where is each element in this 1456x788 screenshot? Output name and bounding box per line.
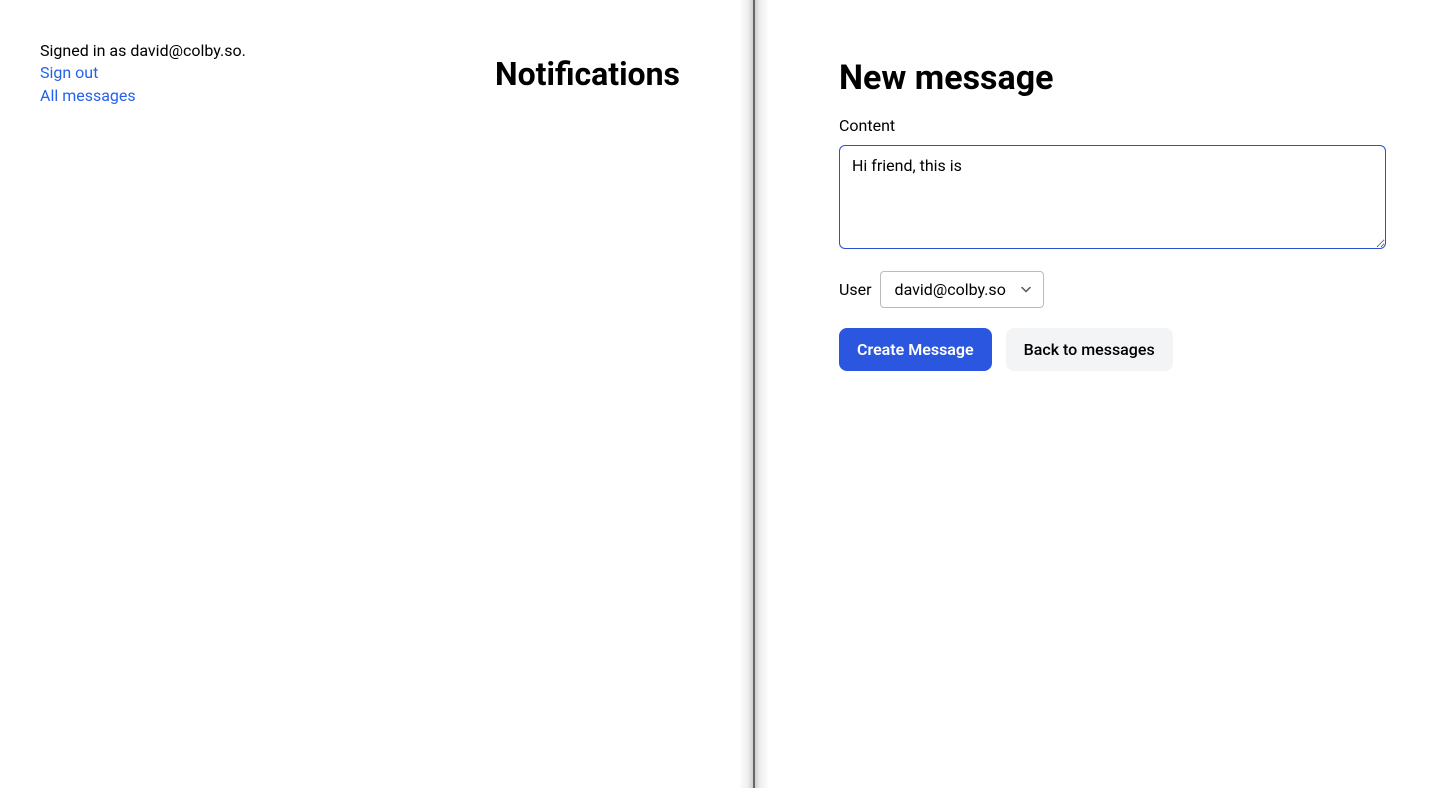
- pane-divider: [739, 0, 769, 788]
- new-message-heading: New message: [839, 58, 1386, 98]
- left-pane: Signed in as david@colby.so. Sign out Al…: [0, 0, 739, 788]
- user-select[interactable]: david@colby.so: [880, 271, 1044, 308]
- create-message-button[interactable]: Create Message: [839, 328, 992, 371]
- user-row: User david@colby.so: [839, 271, 1386, 308]
- right-pane: New message Content User david@colby.so …: [769, 0, 1456, 788]
- user-label: User: [839, 280, 872, 299]
- content-label: Content: [839, 116, 1386, 135]
- button-row: Create Message Back to messages: [839, 328, 1386, 371]
- back-to-messages-button[interactable]: Back to messages: [1006, 328, 1173, 371]
- notifications-heading: Notifications: [495, 55, 680, 93]
- content-textarea[interactable]: [839, 145, 1386, 249]
- user-select-wrapper: david@colby.so: [880, 271, 1044, 308]
